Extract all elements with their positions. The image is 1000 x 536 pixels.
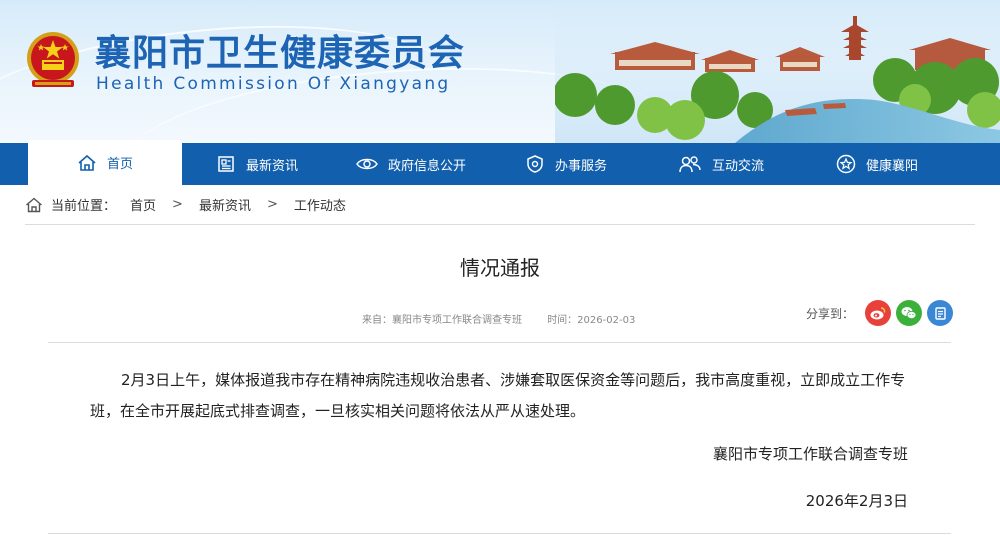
nav-service-label: 办事服务 [555,158,608,174]
nav-home-label: 首页 [106,157,133,172]
nav-interact-label: 互动交流 [712,158,765,174]
article-signature: 襄阳市专项工作联合调查专班 [712,445,908,463]
nav-gov-info[interactable]: 政府信息公开 [356,143,466,185]
content-divider [48,533,951,534]
national-emblem-icon [27,32,79,87]
nav-gov-label: 政府信息公开 [388,158,467,174]
star-icon [836,154,856,174]
site-title: 襄阳市卫生健康委员会 [95,33,466,74]
home-icon [26,197,42,212]
article-date: 2026年2月3日 [805,492,908,510]
shield-icon [527,155,543,173]
share-qzone-button[interactable] [927,300,954,326]
article-body: 2月3日上午，媒体报道我市存在精神病院违规收治患者、涉嫌套取医保资金等问题后，我… [90,371,906,420]
breadcrumb-separator: > [172,197,183,212]
wechat-icon [901,307,917,320]
nav-healthy-xiangyang[interactable]: 健康襄阳 [836,143,918,185]
site-title-english: Health Commission Of Xiangyang [96,74,451,94]
eye-icon [356,158,378,170]
article-source: 来自：襄阳市专项工作联合调查专班 [362,315,522,326]
breadcrumb-separator: > [266,197,278,212]
article-meta: 来自：襄阳市专项工作联合调查专班 时间：2026-02-03 [362,311,635,326]
qzone-icon [935,307,946,320]
nav-health-label: 健康襄阳 [866,158,919,174]
breadcrumb-work-news[interactable]: 工作动态 [294,195,346,214]
nav-news-label: 最新资讯 [246,158,299,174]
nav-latest-news[interactable]: 最新资讯 [216,143,298,185]
main-nav: 首页 最新资讯 政府信息公开 办事服务 互动交流 健康襄阳 [0,140,1000,185]
nav-home[interactable]: 首页 [28,140,182,185]
site-banner: 襄阳市卫生健康委员会 Health Commission Of Xiangyan… [0,0,1000,143]
breadcrumb-home[interactable]: 首页 [130,195,156,214]
content-divider [48,342,951,343]
article-time: 时间：2026-02-03 [547,315,636,326]
nav-services[interactable]: 办事服务 [525,143,607,185]
breadcrumb: 当前位置： 首页 > 最新资讯 > 工作动态 [25,185,975,225]
people-icon [679,156,701,173]
weibo-icon [870,307,886,320]
article-title: 情况通报 [460,256,540,280]
home-icon [78,154,96,171]
city-scenery-illustration [555,0,1000,143]
share-label: 分享到： [806,306,855,321]
breadcrumb-latest-news[interactable]: 最新资讯 [199,195,251,214]
breadcrumb-prefix: 当前位置： [51,199,117,214]
share-weibo-button[interactable] [865,300,892,326]
share-wechat-button[interactable] [896,300,923,326]
nav-interaction[interactable]: 互动交流 [678,143,764,185]
news-icon [218,156,234,172]
share-bar: 分享到： [806,300,954,326]
